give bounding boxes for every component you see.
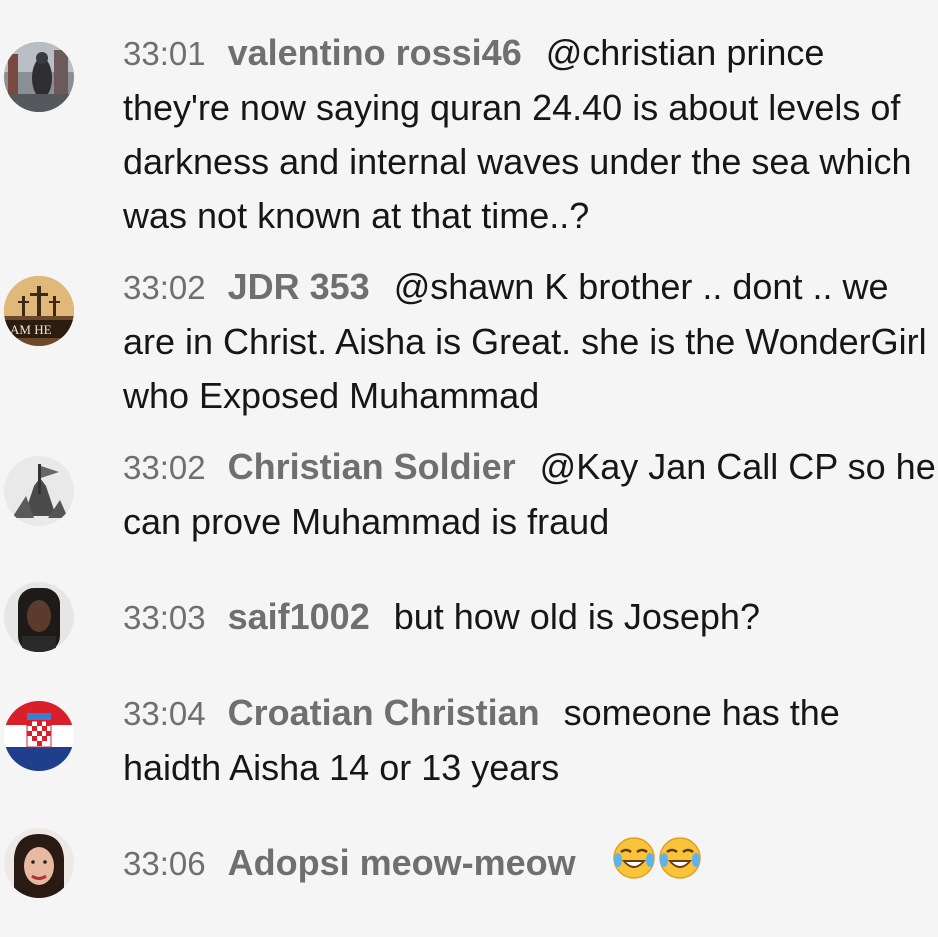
message-timestamp: 33:06 <box>123 845 206 883</box>
avatar[interactable]: AM HE <box>4 276 74 346</box>
message-timestamp: 33:04 <box>123 695 206 732</box>
laughing-with-tears-emoji <box>658 836 702 895</box>
laughing-with-tears-emoji <box>612 836 656 895</box>
message-timestamp: 33:02 <box>123 269 206 306</box>
avatar[interactable] <box>4 456 74 526</box>
message-text: 33:02 JDR 353 @shawn K brother .. dont .. … <box>123 260 938 423</box>
avatar[interactable] <box>4 582 74 652</box>
message-text: 33:04 Croatian Christian someone has the h… <box>123 686 938 795</box>
author-name[interactable]: Adopsi meow-meow <box>228 842 576 883</box>
message-timestamp: 33:03 <box>123 599 206 636</box>
avatar[interactable] <box>4 828 74 898</box>
message-text: 33:02 Christian Soldier @Kay Jan Call CP s… <box>123 440 938 549</box>
author-name[interactable]: saif1002 <box>228 596 370 637</box>
avatar[interactable] <box>4 42 74 112</box>
message-text: 33:06 Adopsi meow-meow <box>123 836 938 895</box>
message-text: 33:01 valentino rossi46 @christian prince … <box>123 26 938 243</box>
author-name[interactable]: JDR 353 <box>228 266 370 307</box>
message-text: 33:03 saif1002 but how old is Joseph? <box>123 590 938 645</box>
message-body: but how old is Joseph? <box>393 596 760 637</box>
message-timestamp: 33:01 <box>123 35 206 72</box>
author-name[interactable]: Croatian Christian <box>228 692 540 733</box>
avatar-text: AM HE <box>10 322 52 337</box>
message-timestamp: 33:02 <box>123 449 206 486</box>
author-name[interactable]: valentino rossi46 <box>228 32 522 73</box>
author-name[interactable]: Christian Soldier <box>228 446 516 487</box>
avatar[interactable] <box>4 701 74 771</box>
